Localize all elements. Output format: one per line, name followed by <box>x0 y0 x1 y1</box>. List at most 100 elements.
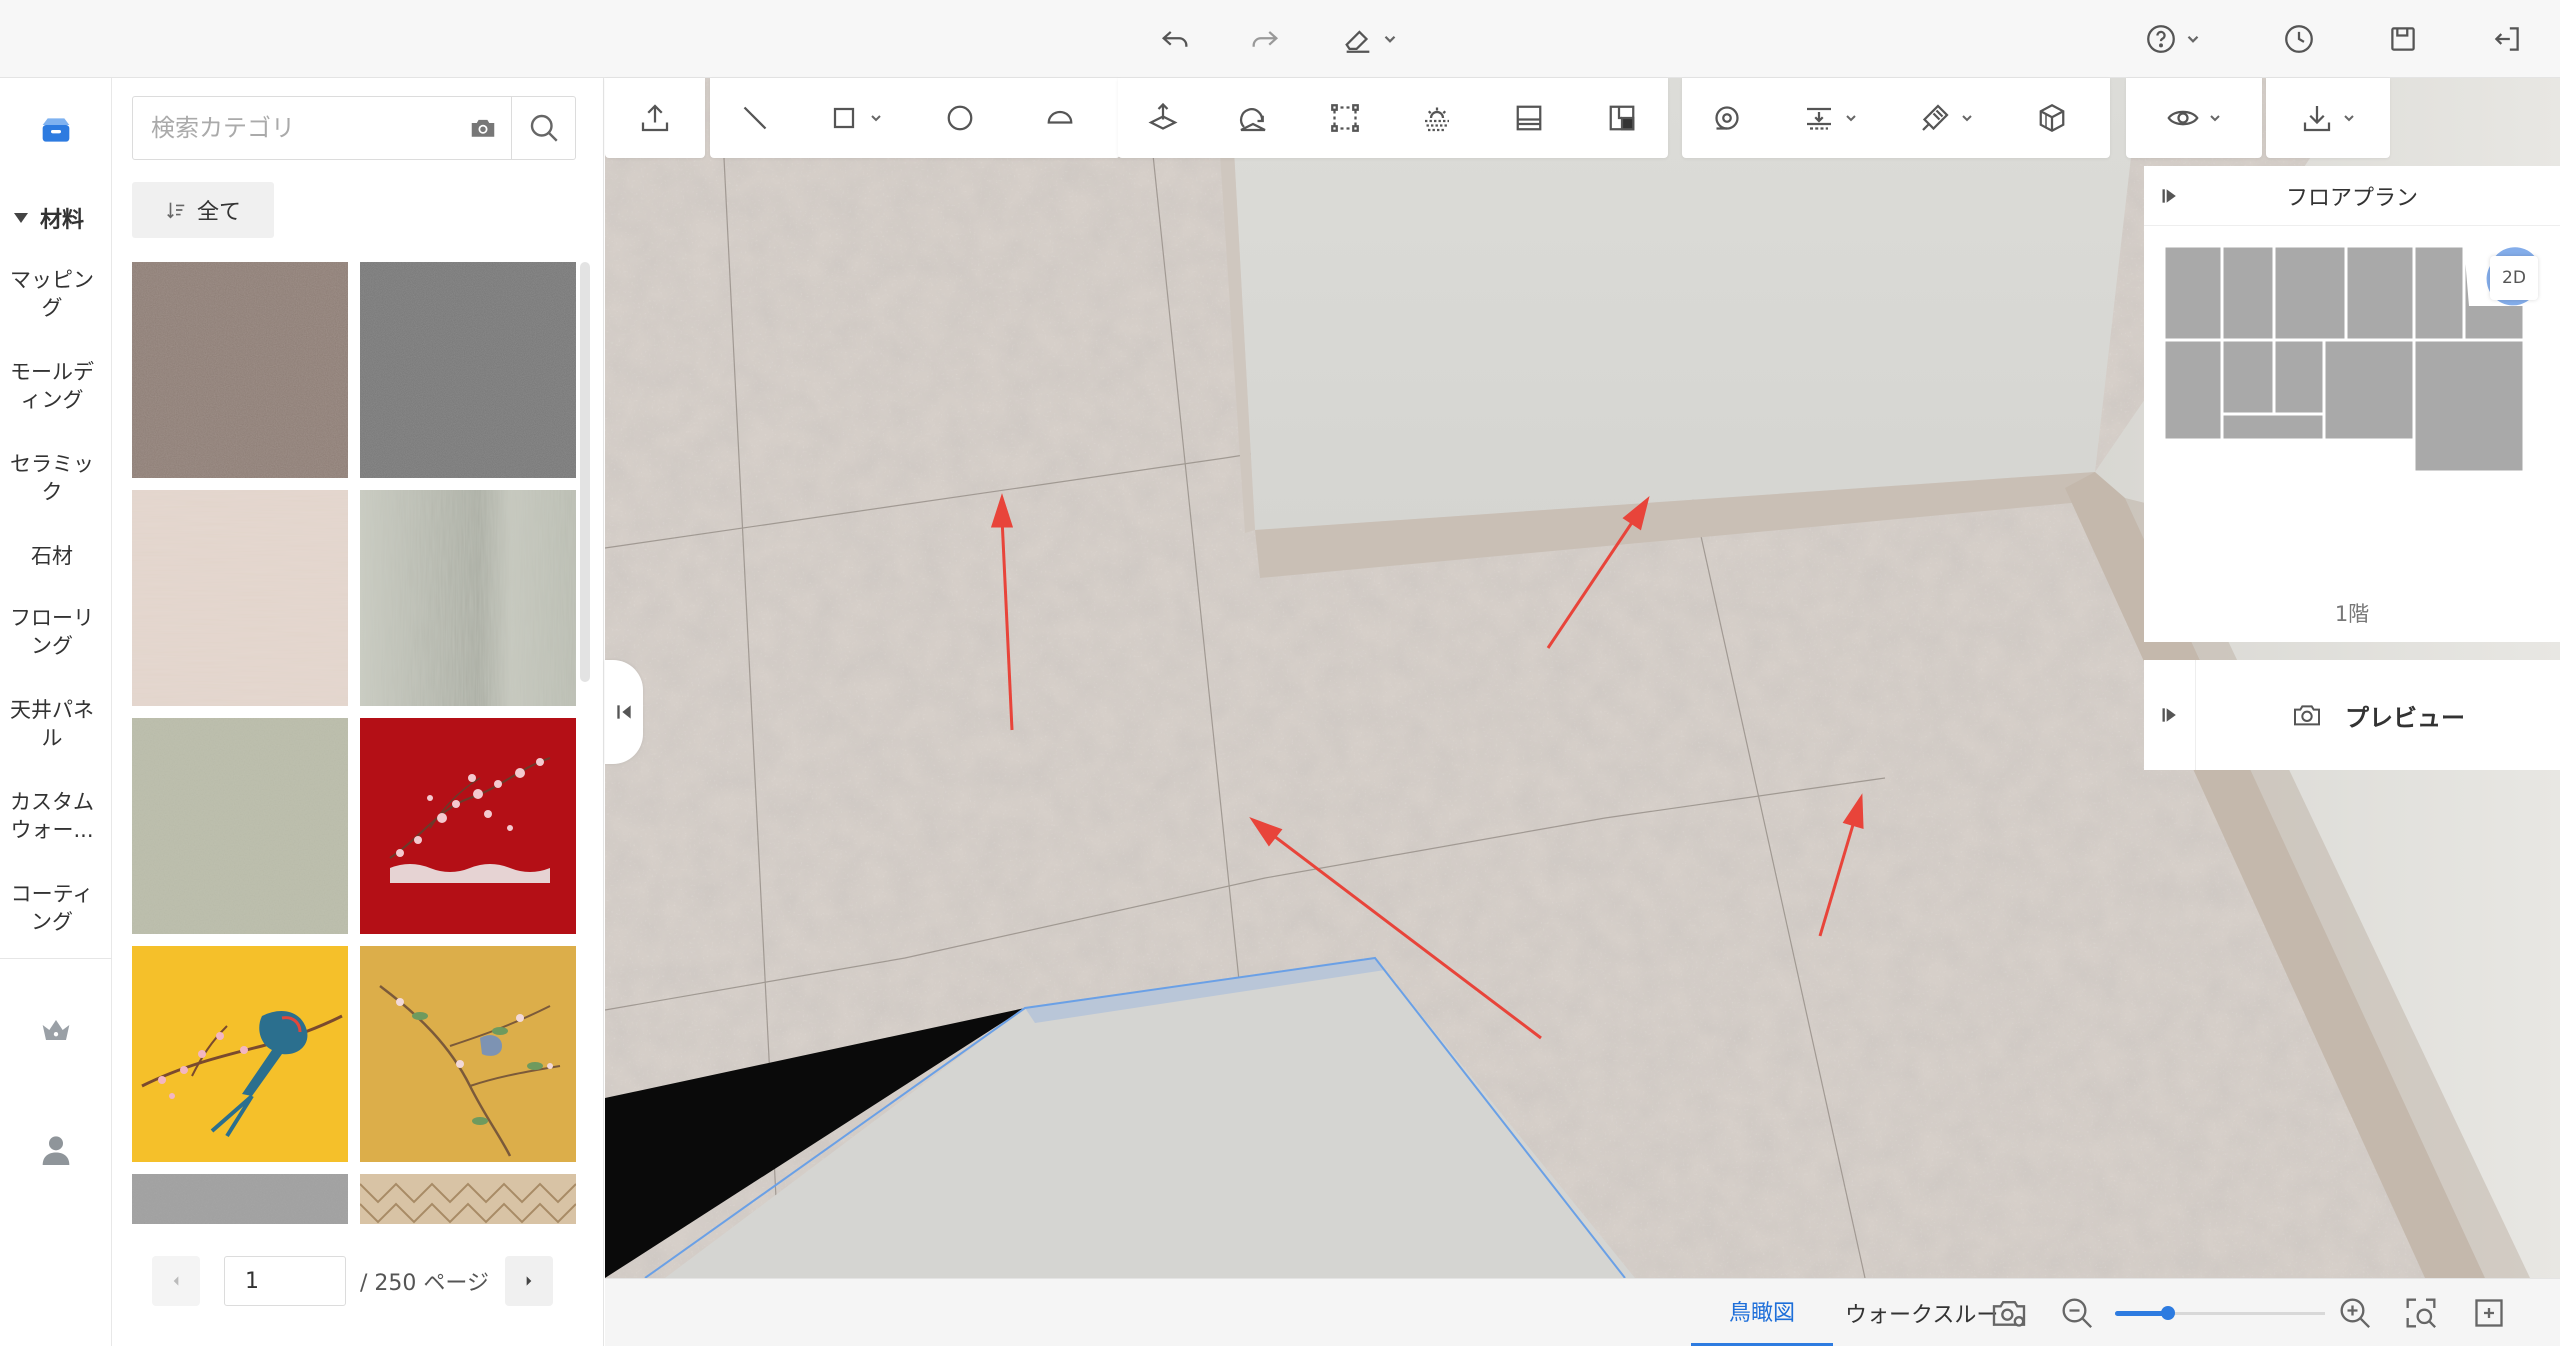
panel-scrollbar[interactable] <box>580 262 590 682</box>
panel-collapse-tab[interactable] <box>605 660 643 764</box>
rail-item-custom-wall[interactable]: カスタムウォー... <box>0 776 104 868</box>
toolbar-group-upload <box>605 78 705 158</box>
rotate-icon <box>1239 108 1266 132</box>
tab-walkthrough[interactable]: ウォークスルー <box>1845 1279 2005 1346</box>
material-tile[interactable] <box>360 946 576 1162</box>
3d-view-button[interactable] <box>2004 78 2100 158</box>
zoom-in-icon[interactable] <box>2335 1293 2375 1333</box>
line-tool-button[interactable] <box>710 78 800 158</box>
material-tile[interactable] <box>360 262 576 478</box>
search-input[interactable] <box>133 98 455 158</box>
chevron-down-icon <box>1384 35 1396 43</box>
layout-tool-button[interactable] <box>1576 78 1668 158</box>
undo-button[interactable] <box>1150 16 1200 62</box>
pagination: / 250 ページ <box>152 1256 553 1306</box>
visibility-button[interactable] <box>2126 78 2262 158</box>
view-2d-toggle[interactable]: 2D <box>2490 256 2538 300</box>
floorplan-panel: フロアプラン 2D 1階 <box>2144 166 2560 642</box>
redo-icon <box>1252 31 1279 47</box>
material-tile[interactable] <box>132 262 348 478</box>
material-tile[interactable] <box>132 1174 348 1224</box>
material-tile[interactable] <box>132 490 348 706</box>
rail-item-ceramic[interactable]: セラミック <box>0 438 104 530</box>
chevron-right-icon <box>526 1276 532 1286</box>
material-tile[interactable] <box>360 1174 576 1224</box>
app-window: 材料 マッピング モールディング セラミック 石材 フローリング 天井パネル カ… <box>0 0 2560 1346</box>
history-button[interactable] <box>2276 16 2322 62</box>
collapse-left-icon <box>617 705 631 719</box>
chevron-down-icon <box>2187 35 2199 43</box>
tape-measure-button[interactable] <box>1682 78 1772 158</box>
chevron-left-icon <box>173 1276 179 1286</box>
rotate-button[interactable] <box>1208 78 1298 158</box>
material-tile[interactable] <box>360 718 576 934</box>
rail-section-header[interactable]: 材料 <box>0 198 112 238</box>
camera-settings-icon[interactable] <box>1989 1293 2029 1333</box>
expand-right-icon <box>2162 708 2176 722</box>
panel-tool-button[interactable] <box>1482 78 1576 158</box>
zoom-slider-handle[interactable] <box>2160 1306 2175 1320</box>
material-category-button[interactable] <box>0 78 112 182</box>
rail-item-mapping[interactable]: マッピング <box>0 254 104 346</box>
preview-button[interactable]: プレビュー <box>2196 698 2560 733</box>
rail-item-molding[interactable]: モールディング <box>0 346 104 438</box>
next-page-button[interactable] <box>504 1256 553 1306</box>
rail-category-list: マッピング モールディング セラミック 石材 フローリング 天井パネル カスタム… <box>0 254 112 960</box>
image-search-button[interactable] <box>455 98 511 158</box>
arc-icon <box>1047 110 1073 124</box>
rail-item-stone[interactable]: 石材 <box>0 530 104 592</box>
camera-icon <box>471 119 495 137</box>
rail-item-coating[interactable]: コーティング <box>0 868 104 960</box>
rail-item-ceiling-panel[interactable]: 天井パネル <box>0 684 104 776</box>
floorplan-toggle-button[interactable] <box>2144 186 2196 206</box>
select-box-button[interactable] <box>1298 78 1392 158</box>
rectangle-icon <box>833 107 855 129</box>
rectangle-tool-button[interactable] <box>800 78 910 158</box>
camera-icon <box>2294 705 2320 726</box>
exit-button[interactable] <box>2484 16 2530 62</box>
move-up-button[interactable] <box>1118 78 1208 158</box>
zoom-out-icon[interactable] <box>2057 1293 2097 1333</box>
save-icon <box>2391 27 2415 51</box>
tape-icon <box>1715 106 1739 130</box>
preview-toggle-button[interactable] <box>2144 660 2196 770</box>
prev-page-button[interactable] <box>152 1256 200 1306</box>
tab-birdseye-view[interactable]: 鳥瞰図 <box>1691 1279 1833 1346</box>
material-tile[interactable] <box>132 718 348 934</box>
material-tile[interactable] <box>360 490 576 706</box>
user-icon[interactable] <box>36 1130 76 1170</box>
brush-icon <box>1922 104 1949 131</box>
crown-icon[interactable] <box>36 1010 76 1050</box>
search-button[interactable] <box>511 97 575 159</box>
circle-icon <box>947 105 973 131</box>
chevron-down-icon <box>2344 115 2354 122</box>
toolbar-group-download <box>2266 78 2390 158</box>
panel-icon <box>1516 105 1542 131</box>
material-tile[interactable] <box>132 946 348 1162</box>
select-box-icon <box>1331 104 1359 132</box>
help-button[interactable] <box>2138 16 2208 62</box>
zoom-fit-icon[interactable] <box>2401 1293 2441 1333</box>
save-button[interactable] <box>2380 16 2426 62</box>
chevron-down-icon <box>871 115 881 122</box>
align-button[interactable] <box>1772 78 1888 158</box>
rail-item-flooring[interactable]: フローリング <box>0 592 104 684</box>
redo-button[interactable] <box>1240 16 1290 62</box>
sort-icon <box>167 202 185 219</box>
chevron-down-icon <box>2210 115 2220 122</box>
page-number-input[interactable] <box>224 1256 346 1306</box>
circle-tool-button[interactable] <box>910 78 1010 158</box>
clock-icon <box>2285 25 2313 53</box>
align-icon <box>1807 107 1831 130</box>
floor-label: 1階 <box>2334 602 2370 626</box>
brush-button[interactable] <box>1888 78 2004 158</box>
undo-icon <box>1161 31 1188 47</box>
eraser-button[interactable] <box>1330 16 1410 62</box>
filter-all-button[interactable]: 全て <box>132 182 274 238</box>
upload-button[interactable] <box>605 78 705 158</box>
fullscreen-icon[interactable] <box>2469 1293 2509 1333</box>
arc-tool-button[interactable] <box>1010 78 1110 158</box>
download-button[interactable] <box>2266 78 2390 158</box>
upload-icon <box>641 104 669 132</box>
light-button[interactable] <box>1392 78 1482 158</box>
